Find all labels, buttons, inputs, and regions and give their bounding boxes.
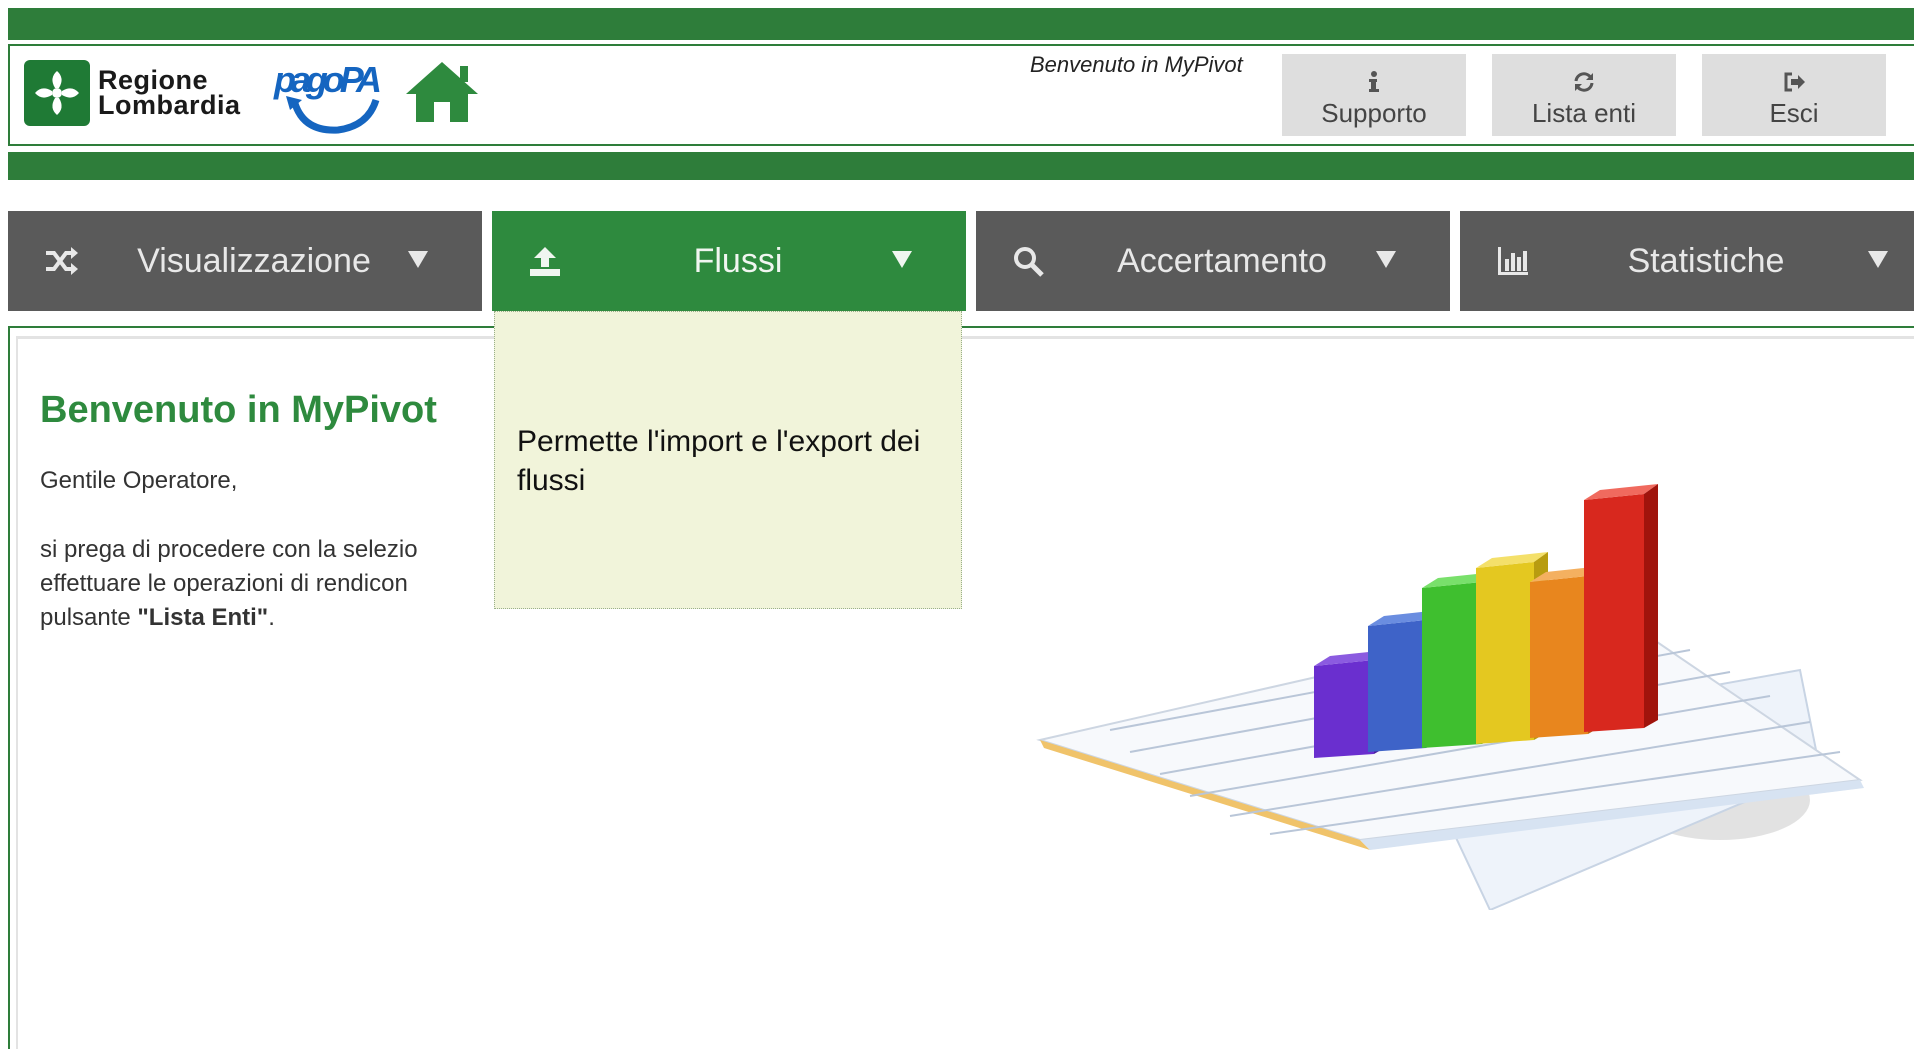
top-green-bar — [8, 8, 1914, 40]
lombardia-rose-icon — [24, 60, 90, 126]
welcome-header-text: Benvenuto in MyPivot — [1030, 52, 1243, 77]
greeting-text: Gentile Operatore, — [40, 467, 238, 494]
search-icon — [1014, 247, 1044, 277]
supporto-label: Supporto — [1321, 97, 1427, 128]
home-icon[interactable] — [404, 58, 480, 124]
instructions-line-3-suffix: . — [268, 604, 275, 631]
instructions-line-1: si prega di procedere con la selezio — [40, 536, 418, 563]
nav-visualizzazione[interactable]: Visualizzazione — [8, 211, 482, 311]
supporto-button[interactable]: Supporto — [1282, 54, 1466, 136]
page-title: Benvenuto in MyPivot — [40, 389, 437, 431]
spreadsheet-bar-chart-illustration — [1030, 470, 1870, 912]
header: Regione Lombardia pagoPA Benvenuto in My… — [8, 44, 1914, 146]
refresh-icon — [1574, 71, 1594, 92]
lista-enti-emphasis: "Lista Enti" — [137, 604, 269, 631]
pagopa-logo: pagoPA — [272, 56, 388, 136]
chevron-down-icon — [408, 251, 428, 268]
chevron-down-icon — [1868, 251, 1888, 268]
nav-accertamento-label: Accertamento — [1117, 242, 1327, 280]
nav-accertamento[interactable]: Accertamento — [976, 211, 1450, 311]
nav-statistiche[interactable]: Statistiche — [1460, 211, 1914, 311]
chevron-down-icon — [892, 251, 912, 268]
bottom-green-bar — [8, 152, 1914, 180]
instructions-line-3-prefix: pulsante — [40, 604, 138, 631]
instructions-text: si prega di procedere con la selezio eff… — [40, 533, 470, 635]
nav-visualizzazione-label: Visualizzazione — [137, 242, 371, 280]
tooltip-text: Permette l'import e l'export dei flussi — [517, 425, 921, 497]
pagopa-logo-text: pagoPA — [273, 59, 382, 100]
nav-flussi[interactable]: Flussi — [492, 211, 966, 311]
chevron-down-icon — [1376, 251, 1396, 268]
shuffle-icon — [46, 247, 78, 275]
regione-lombardia-logo: Regione Lombardia — [24, 60, 241, 126]
bar-chart-icon — [1498, 247, 1528, 275]
upload-icon — [530, 247, 560, 276]
instructions-line-3: pulsante "Lista Enti". — [40, 601, 470, 635]
esci-button[interactable]: Esci — [1702, 54, 1886, 136]
flussi-tooltip: Permette l'import e l'export dei flussi — [494, 311, 962, 609]
info-icon — [1369, 70, 1379, 92]
logo-line-lombardia: Lombardia — [98, 90, 241, 120]
nav-statistiche-label: Statistiche — [1627, 242, 1785, 280]
instructions-line-2: effettuare le operazioni di rendicon — [40, 570, 408, 597]
lista-enti-button[interactable]: Lista enti — [1492, 54, 1676, 136]
nav-flussi-label: Flussi — [693, 242, 783, 280]
lista-enti-label: Lista enti — [1531, 97, 1637, 128]
esci-label: Esci — [1769, 97, 1819, 128]
logout-icon — [1784, 72, 1805, 91]
